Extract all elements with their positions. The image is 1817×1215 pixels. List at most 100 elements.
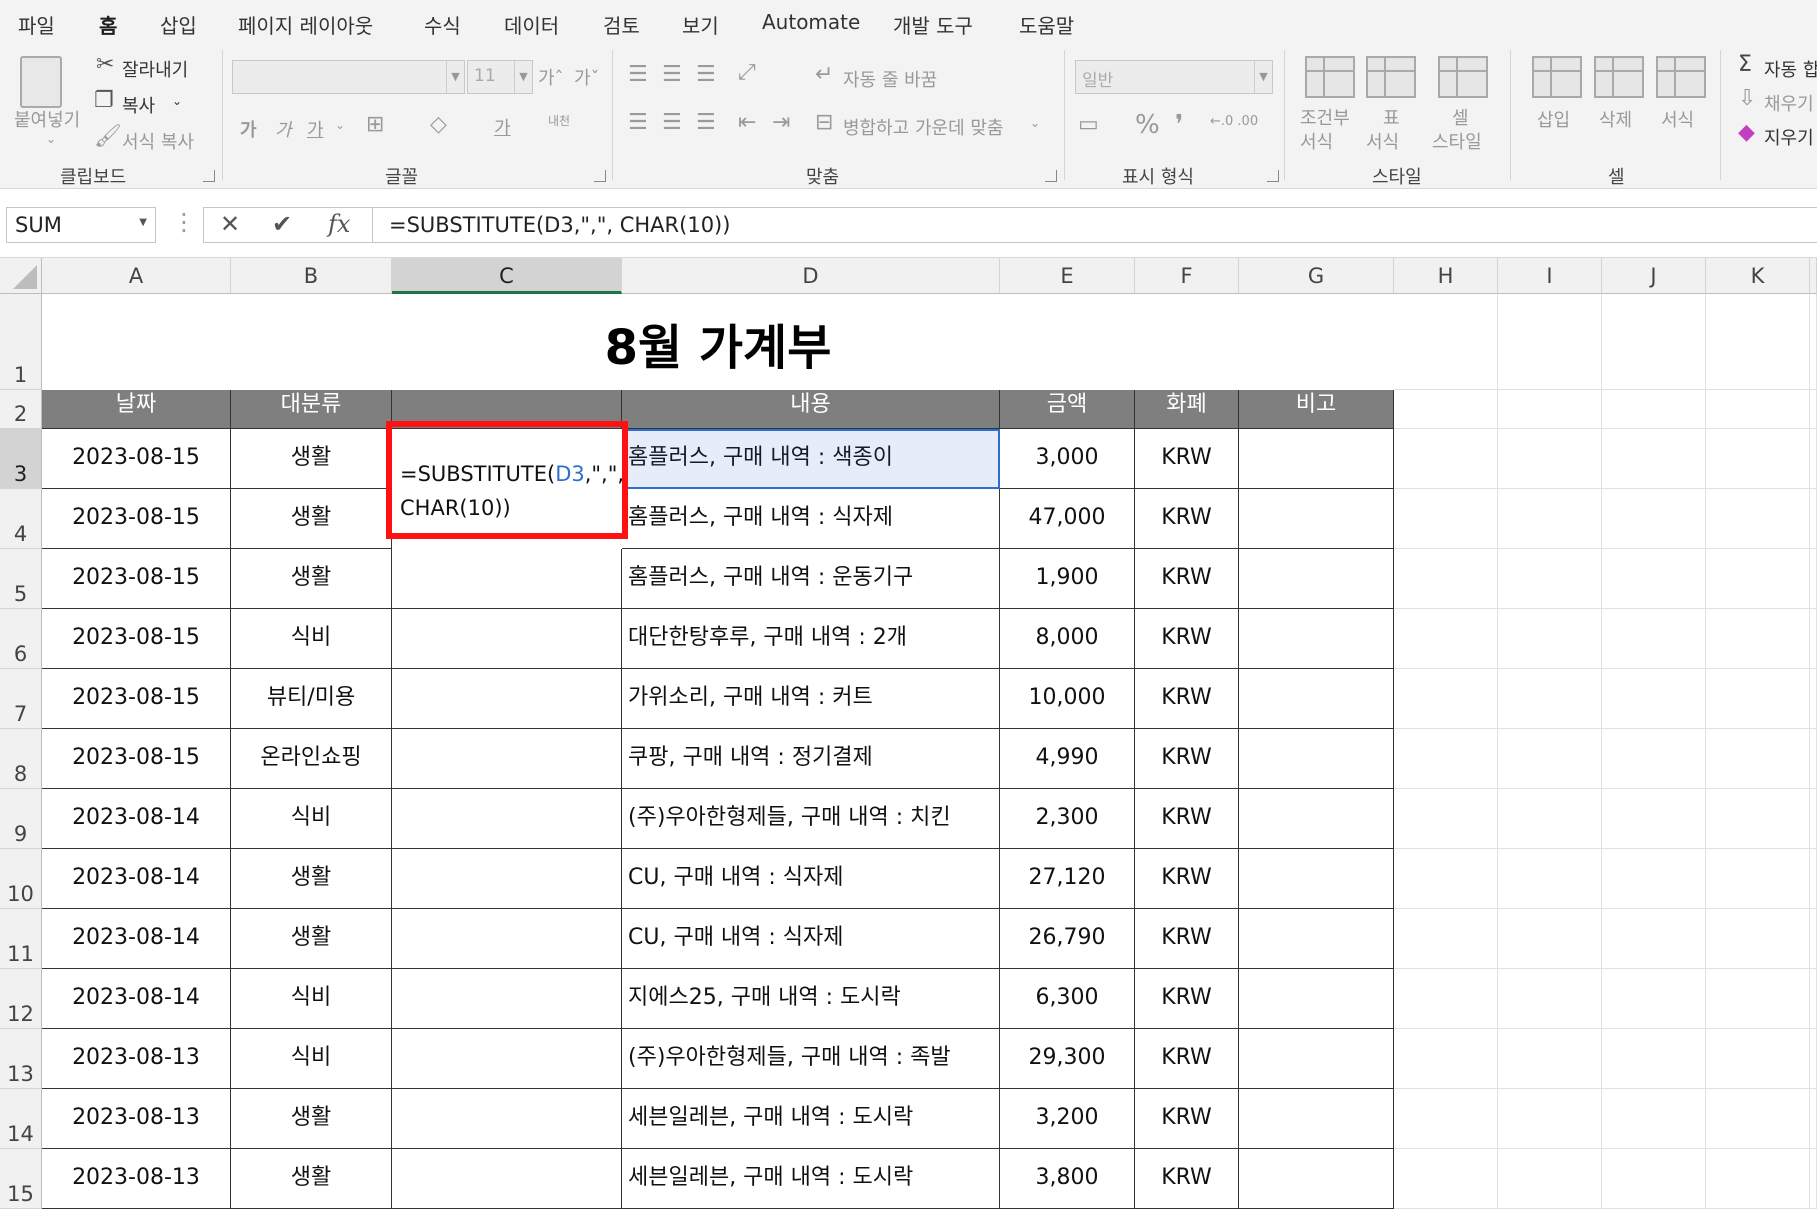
empty-cell[interactable] (1706, 849, 1810, 909)
empty-cell[interactable] (1602, 909, 1706, 969)
underline-dropdown-icon[interactable]: ⌄ (335, 118, 345, 132)
table-cell-blank[interactable] (392, 1029, 622, 1089)
empty-cell[interactable] (1498, 489, 1602, 549)
row-header-11[interactable]: 11 (0, 909, 42, 969)
paste-dropdown-icon[interactable]: ⌄ (46, 132, 56, 146)
table-cell-currency[interactable]: KRW (1135, 909, 1239, 969)
empty-cell[interactable] (1602, 390, 1706, 429)
table-cell-amount[interactable]: 6,300 (1000, 969, 1135, 1029)
table-cell-amount[interactable]: 8,000 (1000, 609, 1135, 669)
align-top-icon[interactable]: ☰ (628, 64, 648, 86)
table-cell-blank[interactable] (392, 969, 622, 1029)
empty-cell[interactable] (1498, 969, 1602, 1029)
table-cell-currency[interactable]: KRW (1135, 1149, 1239, 1209)
grow-font-button[interactable]: 가ˆ (538, 64, 564, 90)
empty-cell[interactable] (1394, 489, 1498, 549)
empty-cell[interactable] (1602, 1149, 1706, 1209)
table-cell-date[interactable]: 2023-08-14 (42, 969, 231, 1029)
table-cell-category[interactable]: 온라인쇼핑 (231, 729, 392, 789)
row-header-2[interactable]: 2 (0, 390, 42, 429)
font-name-combo[interactable]: ▼ (232, 60, 465, 94)
empty-cell[interactable] (1394, 609, 1498, 669)
table-cell-date[interactable]: 2023-08-14 (42, 789, 231, 849)
table-cell-blank[interactable] (392, 729, 622, 789)
empty-cell[interactable] (1498, 1149, 1602, 1209)
col-header-d[interactable]: D (622, 258, 1000, 294)
tab-help[interactable]: 도움말 (1019, 10, 1074, 39)
autosum-button[interactable]: 자동 합 (1764, 56, 1817, 82)
empty-cell[interactable] (1498, 669, 1602, 729)
cut-button[interactable]: 잘라내기 (122, 56, 188, 82)
insert-cells-icon[interactable] (1532, 56, 1582, 98)
table-cell-date[interactable]: 2023-08-14 (42, 849, 231, 909)
table-cell-date[interactable]: 2023-08-15 (42, 729, 231, 789)
empty-cell[interactable] (1394, 969, 1498, 1029)
row-header-13[interactable]: 13 (0, 1029, 42, 1089)
empty-cell[interactable] (1602, 549, 1706, 609)
tab-home[interactable]: 홈 (96, 10, 120, 48)
empty-cell[interactable] (1706, 729, 1810, 789)
row-header-5[interactable]: 5 (0, 549, 42, 609)
empty-cell[interactable] (1498, 729, 1602, 789)
empty-cell[interactable] (1498, 549, 1602, 609)
table-cell-description[interactable]: (주)우아한형제들, 구매 내역 : 족발 (622, 1029, 1000, 1089)
table-cell-date[interactable]: 2023-08-13 (42, 1089, 231, 1149)
empty-cell[interactable] (1706, 969, 1810, 1029)
table-cell-currency[interactable]: KRW (1135, 489, 1239, 549)
table-cell-category[interactable]: 뷰티/미용 (231, 669, 392, 729)
table-cell-amount[interactable]: 27,120 (1000, 849, 1135, 909)
conditional-format-icon[interactable] (1305, 56, 1355, 98)
merge-center-button[interactable]: 병합하고 가운데 맞춤 (843, 114, 1003, 140)
paste-icon[interactable] (20, 56, 62, 108)
empty-cell[interactable] (1602, 969, 1706, 1029)
empty-cell[interactable] (1706, 1089, 1810, 1149)
empty-cell[interactable] (1394, 549, 1498, 609)
table-cell-date[interactable]: 2023-08-14 (42, 909, 231, 969)
table-cell-date[interactable]: 2023-08-15 (42, 549, 231, 609)
table-cell-category[interactable]: 생활 (231, 549, 392, 609)
currency-icon[interactable]: ▭ (1078, 114, 1099, 136)
empty-cell[interactable] (1706, 390, 1810, 429)
format-painter-button[interactable]: 서식 복사 (122, 128, 194, 154)
table-cell-note[interactable] (1239, 789, 1394, 849)
increase-decimal-button[interactable]: ←.0 .00 (1210, 114, 1258, 129)
table-cell-amount[interactable]: 4,990 (1000, 729, 1135, 789)
empty-cell[interactable] (1706, 609, 1810, 669)
table-cell-note[interactable] (1239, 549, 1394, 609)
table-cell-currency[interactable]: KRW (1135, 429, 1239, 489)
empty-cell[interactable] (1394, 849, 1498, 909)
empty-cell[interactable] (1498, 909, 1602, 969)
header-cell-amount[interactable]: 금액 (1000, 390, 1135, 429)
empty-cell[interactable] (1810, 789, 1817, 849)
table-cell-description[interactable]: 세븐일레븐, 구매 내역 : 도시락 (622, 1089, 1000, 1149)
col-header-a[interactable]: A (42, 258, 231, 294)
table-cell-description[interactable]: 지에스25, 구매 내역 : 도시락 (622, 969, 1000, 1029)
row-header-14[interactable]: 14 (0, 1089, 42, 1149)
empty-cell[interactable] (1602, 1089, 1706, 1149)
empty-cell[interactable] (1394, 789, 1498, 849)
table-cell-blank[interactable] (392, 549, 622, 609)
table-cell-description[interactable]: CU, 구매 내역 : 식자제 (622, 909, 1000, 969)
empty-cell[interactable] (1498, 849, 1602, 909)
empty-cell[interactable] (1706, 549, 1810, 609)
clipboard-launcher-icon[interactable] (203, 170, 215, 182)
format-as-table-label-1[interactable]: 표 (1383, 104, 1400, 130)
empty-cell[interactable] (1394, 429, 1498, 489)
tab-developer[interactable]: 개발 도구 (893, 10, 973, 39)
col-header-c[interactable]: C (392, 258, 622, 294)
table-cell-category[interactable]: 식비 (231, 1029, 392, 1089)
empty-cell[interactable] (1706, 294, 1810, 390)
empty-cell[interactable] (1602, 789, 1706, 849)
tab-file[interactable]: 파일 (18, 10, 55, 39)
table-cell-category[interactable]: 생활 (231, 429, 392, 489)
table-cell-note[interactable] (1239, 609, 1394, 669)
table-cell-note[interactable] (1239, 1029, 1394, 1089)
format-as-table-label-2[interactable]: 서식 (1366, 128, 1399, 154)
row-header-12[interactable]: 12 (0, 969, 42, 1029)
col-header-e[interactable]: E (1000, 258, 1135, 294)
row-header-7[interactable]: 7 (0, 669, 42, 729)
table-cell-date[interactable]: 2023-08-15 (42, 669, 231, 729)
align-bottom-icon[interactable]: ☰ (696, 64, 716, 86)
table-cell-currency[interactable]: KRW (1135, 1029, 1239, 1089)
border-icon[interactable]: ⊞ (366, 114, 384, 136)
